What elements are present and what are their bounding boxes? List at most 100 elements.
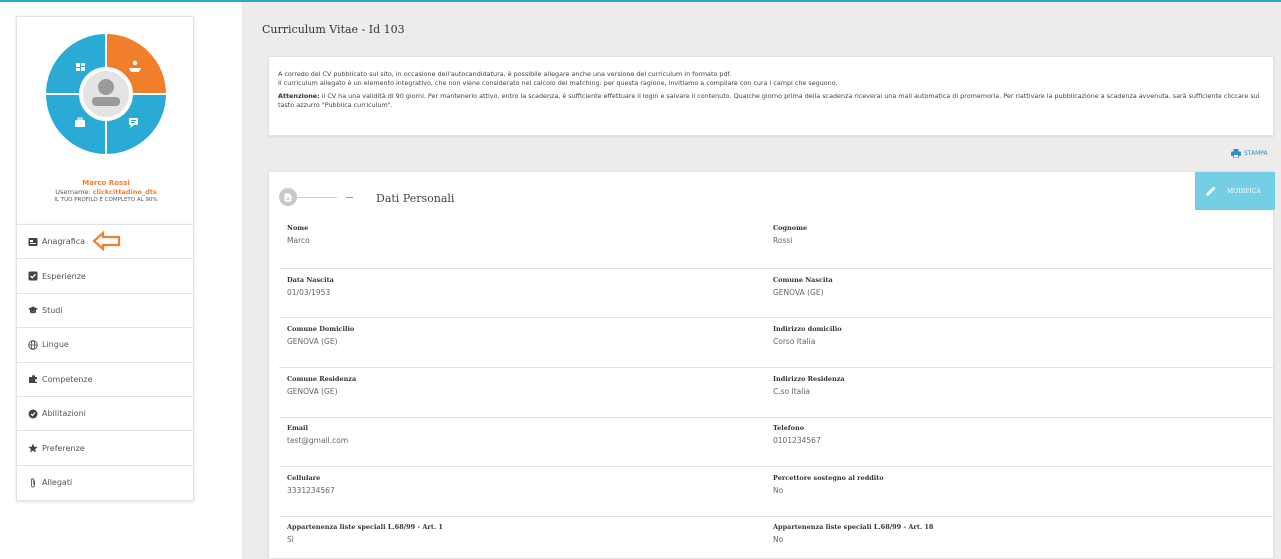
sidebar-item-label: Anagrafica <box>42 237 86 247</box>
profile-card: Marco Rossi Username: clickcittadino_dts… <box>16 16 194 224</box>
attention-text: Attenzione: il CV ha una validità di 90 … <box>278 92 1264 110</box>
sidebar-item-competenze[interactable]: Competenze <box>17 363 193 397</box>
field-value: No <box>773 486 784 495</box>
profile-donut <box>46 34 166 154</box>
sidebar-item-preferenze[interactable]: Preferenze <box>17 431 193 466</box>
sidebar-item-label: Lingue <box>42 340 69 350</box>
page-title: Curriculum Vitae - Id 103 <box>262 23 405 36</box>
field-label: Data Nascita <box>287 276 334 284</box>
field-label: Appartenenza liste speciali L.68/99 - Ar… <box>773 523 934 531</box>
field-row: Nome Marco Cognome Rossi <box>279 224 1273 269</box>
field-value: GENOVA (GE) <box>287 337 338 346</box>
section-title: Dati Personali <box>376 192 455 205</box>
personal-data-card: Dati Personali MODIFICA Nome Marco Cogno… <box>268 171 1275 559</box>
field-label: Nome <box>287 224 309 232</box>
sidebar-item-esperienze[interactable]: Esperienze <box>17 259 193 294</box>
print-button[interactable]: STAMPA <box>1231 149 1268 158</box>
field-value: Sì <box>287 535 294 544</box>
arrow-left-icon <box>92 231 121 251</box>
field-data-nascita: Data Nascita 01/03/1953 <box>287 276 334 297</box>
sidebar-item-label: Allegati <box>42 478 73 488</box>
field-comune-residenza: Comune Residenza GENOVA (GE) <box>287 375 356 396</box>
field-cognome: Cognome Rossi <box>773 224 807 245</box>
field-row: Comune Residenza GENOVA (GE) Indirizzo R… <box>279 375 1273 418</box>
field-label: Percettore sostegno al reddito <box>773 474 884 482</box>
sidebar-item-studi[interactable]: Studi <box>17 294 193 329</box>
sidebar-item-label: Preferenze <box>42 443 85 453</box>
field-label: Email <box>287 424 308 432</box>
sidebar-item-label: Esperienze <box>42 271 86 281</box>
field-value: Rossi <box>773 236 793 245</box>
section-connector-line <box>297 197 337 198</box>
field-label: Comune Domicilio <box>287 325 355 333</box>
print-label: STAMPA <box>1244 150 1268 157</box>
field-indirizzo-domicilio: Indirizzo domicilio Corso Italia <box>773 325 842 346</box>
edit-button[interactable]: MODIFICA <box>1195 172 1275 210</box>
sidebar-item-lingue[interactable]: Lingue <box>17 328 193 363</box>
username-value: clickcittadino_dts <box>92 188 157 196</box>
attention-label: Attenzione: <box>278 92 320 100</box>
sidebar-item-allegati[interactable]: Allegati <box>17 466 193 500</box>
field-value: C.so Italia <box>773 387 811 396</box>
field-liste-speciali-art1: Appartenenza liste speciali L.68/99 - Ar… <box>287 523 443 544</box>
field-value: 3331234567 <box>287 486 335 495</box>
check-square-icon <box>28 271 38 281</box>
field-value: 01/03/1953 <box>287 288 331 297</box>
field-liste-speciali-art18: Appartenenza liste speciali L.68/99 - Ar… <box>773 523 933 544</box>
field-row: Cellulare 3331234567 Percettore sostegno… <box>279 474 1273 517</box>
section-header: Dati Personali MODIFICA <box>269 172 1275 216</box>
attention-body: il CV ha una validità di 90 giorni. Per … <box>278 92 1260 109</box>
field-label: Appartenenza liste speciali L.68/99 - Ar… <box>287 523 443 531</box>
sidebar-item-label: Studi <box>42 305 63 315</box>
field-email: Email test@gmail.com <box>287 424 348 445</box>
field-label: Cellulare <box>287 474 321 482</box>
globe-icon <box>28 340 38 350</box>
field-indirizzo-residenza: Indirizzo Residenza C.so Italia <box>773 375 845 396</box>
field-value: Corso Italia <box>773 337 816 346</box>
edit-label: MODIFICA <box>1227 187 1261 195</box>
info-box: A corredo del CV pubblicato sul sito, in… <box>268 56 1274 136</box>
field-value: GENOVA (GE) <box>287 387 338 396</box>
field-telefono: Telefono 0101234567 <box>773 424 821 445</box>
info-line-1: A corredo del CV pubblicato sul sito, in… <box>278 70 732 78</box>
field-label: Indirizzo domicilio <box>773 325 842 333</box>
info-text: A corredo del CV pubblicato sul sito, in… <box>278 70 1264 88</box>
section-dash <box>346 197 353 198</box>
field-value: GENOVA (GE) <box>773 288 824 297</box>
field-value: Marco <box>287 236 310 245</box>
field-row: Data Nascita 01/03/1953 Comune Nascita G… <box>279 276 1273 318</box>
field-value: test@gmail.com <box>287 436 349 445</box>
profile-completion: IL TUO PROFILO È COMPLETO AL 90% <box>54 197 158 203</box>
user-name: Marco Rossi <box>82 179 130 187</box>
field-comune-domicilio: Comune Domicilio GENOVA (GE) <box>287 325 354 346</box>
field-row: Email test@gmail.com Telefono 0101234567 <box>279 424 1273 467</box>
field-row: Appartenenza liste speciali L.68/99 - Ar… <box>279 523 1273 559</box>
field-label: Comune Residenza <box>287 375 357 383</box>
puzzle-icon <box>28 374 38 384</box>
star-icon <box>28 443 38 453</box>
pencil-icon <box>1206 186 1216 196</box>
graduation-cap-icon <box>28 305 38 315</box>
field-label: Indirizzo Residenza <box>773 375 845 383</box>
field-label: Telefono <box>773 424 805 432</box>
field-value: 0101234567 <box>773 436 821 445</box>
sidebar-item-abilitazioni[interactable]: Abilitazioni <box>17 397 193 432</box>
field-label: Comune Nascita <box>773 276 833 284</box>
sidebar-menu: Anagrafica Esperienze Studi Lingue Compe… <box>16 224 194 502</box>
field-nome: Nome Marco <box>287 224 310 245</box>
id-card-icon <box>28 237 38 247</box>
field-comune-nascita: Comune Nascita GENOVA (GE) <box>773 276 833 297</box>
sidebar-item-anagrafica[interactable]: Anagrafica <box>17 225 193 260</box>
sidebar-item-label: Competenze <box>42 374 93 384</box>
document-icon <box>279 188 297 206</box>
field-percettore-sostegno: Percettore sostegno al reddito No <box>773 474 884 495</box>
field-label: Cognome <box>773 224 808 232</box>
field-row: Comune Domicilio GENOVA (GE) Indirizzo d… <box>279 325 1273 368</box>
field-value: No <box>773 535 784 544</box>
info-line-2: Il curriculum allegato è un elemento int… <box>278 79 838 87</box>
field-cellulare: Cellulare 3331234567 <box>287 474 335 495</box>
username-label: Username: <box>55 188 91 196</box>
sidebar-item-label: Abilitazioni <box>42 409 86 419</box>
badge-icon <box>28 409 38 419</box>
paperclip-icon <box>28 478 38 488</box>
